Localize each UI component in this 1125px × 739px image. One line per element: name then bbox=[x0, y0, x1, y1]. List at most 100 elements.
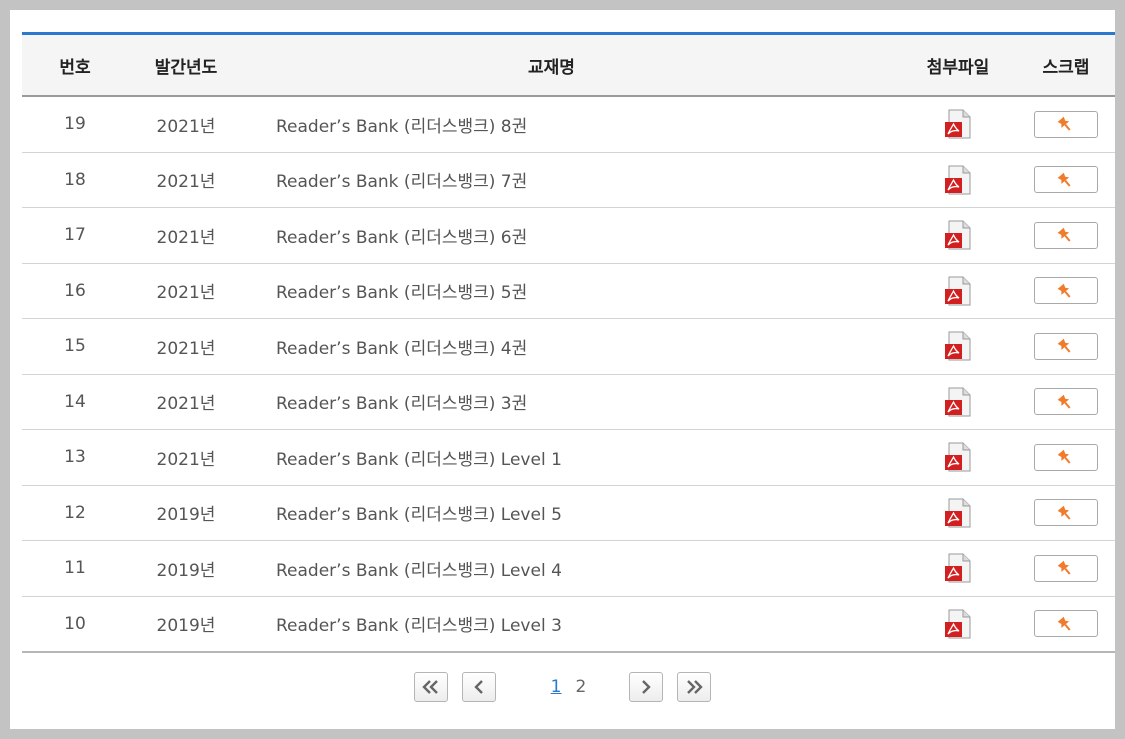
last-page-icon bbox=[687, 680, 704, 694]
row-number: 16 bbox=[64, 280, 86, 301]
prev-page-button[interactable] bbox=[461, 672, 496, 702]
first-page-button[interactable] bbox=[413, 672, 448, 702]
pdf-icon[interactable] bbox=[942, 386, 974, 418]
row-number: 17 bbox=[64, 225, 86, 246]
pin-icon bbox=[1056, 170, 1076, 190]
row-scrap bbox=[1017, 166, 1115, 194]
row-number: 19 bbox=[64, 114, 86, 135]
table-row: 10 2019년 Reader’s Bank (리더스뱅크) Level 3 bbox=[22, 597, 1115, 653]
row-attachment bbox=[899, 164, 1017, 196]
scrap-button[interactable] bbox=[1034, 110, 1098, 138]
row-title-link[interactable]: Reader’s Bank (리더스뱅크) 7권 bbox=[244, 167, 899, 192]
page-frame: 번호 발간년도 교재명 첨부파일 스크랩 19 2021년 Reader’s B… bbox=[10, 10, 1115, 729]
pin-icon bbox=[1056, 614, 1076, 634]
row-attachment bbox=[899, 608, 1017, 640]
row-title-link[interactable]: Reader’s Bank (리더스뱅크) 4권 bbox=[244, 334, 899, 359]
row-attachment bbox=[899, 552, 1017, 584]
table-row: 19 2021년 Reader’s Bank (리더스뱅크) 8권 bbox=[22, 97, 1115, 153]
scrap-button[interactable] bbox=[1034, 443, 1098, 471]
pdf-icon[interactable] bbox=[942, 608, 974, 640]
pin-icon bbox=[1056, 114, 1076, 134]
row-number: 10 bbox=[64, 613, 86, 634]
pdf-icon[interactable] bbox=[942, 164, 974, 196]
table-header: 번호 발간년도 교재명 첨부파일 스크랩 bbox=[22, 35, 1115, 97]
row-scrap bbox=[1017, 610, 1115, 638]
row-scrap bbox=[1017, 443, 1115, 471]
prev-page-icon bbox=[473, 680, 483, 694]
last-page-button[interactable] bbox=[677, 672, 712, 702]
row-number: 14 bbox=[64, 391, 86, 412]
pin-icon bbox=[1056, 336, 1076, 356]
row-title-link[interactable]: Reader’s Bank (리더스뱅크) 6권 bbox=[244, 223, 899, 248]
header-file: 첨부파일 bbox=[926, 57, 990, 78]
pdf-icon[interactable] bbox=[942, 552, 974, 584]
next-page-button[interactable] bbox=[629, 672, 664, 702]
table-row: 12 2019년 Reader’s Bank (리더스뱅크) Level 5 bbox=[22, 486, 1115, 541]
row-title-link[interactable]: Reader’s Bank (리더스뱅크) Level 1 bbox=[244, 445, 899, 470]
pin-icon bbox=[1056, 558, 1076, 578]
row-scrap bbox=[1017, 221, 1115, 249]
row-year: 2021년 bbox=[156, 227, 216, 248]
row-scrap bbox=[1017, 388, 1115, 416]
pin-icon bbox=[1056, 225, 1076, 245]
row-title-link[interactable]: Reader’s Bank (리더스뱅크) Level 3 bbox=[244, 611, 899, 636]
scrap-button[interactable] bbox=[1034, 332, 1098, 360]
pdf-icon[interactable] bbox=[942, 219, 974, 251]
pdf-icon[interactable] bbox=[942, 108, 974, 140]
scrap-button[interactable] bbox=[1034, 388, 1098, 416]
row-title-link[interactable]: Reader’s Bank (리더스뱅크) Level 5 bbox=[244, 500, 899, 525]
scrap-button[interactable] bbox=[1034, 499, 1098, 527]
table-row: 16 2021년 Reader’s Bank (리더스뱅크) 5권 bbox=[22, 264, 1115, 319]
header-year: 발간년도 bbox=[154, 57, 218, 78]
pin-icon bbox=[1056, 281, 1076, 301]
row-attachment bbox=[899, 108, 1017, 140]
row-year: 2021년 bbox=[156, 172, 216, 193]
row-year: 2019년 bbox=[156, 560, 216, 581]
pin-icon bbox=[1056, 447, 1076, 467]
scrap-button[interactable] bbox=[1034, 610, 1098, 638]
page-link-1[interactable]: 1 bbox=[544, 677, 569, 697]
pin-icon bbox=[1056, 503, 1076, 523]
first-page-icon bbox=[421, 680, 438, 694]
table-row: 18 2021년 Reader’s Bank (리더스뱅크) 7권 bbox=[22, 153, 1115, 208]
table-row: 11 2019년 Reader’s Bank (리더스뱅크) Level 4 bbox=[22, 541, 1115, 597]
pdf-icon[interactable] bbox=[942, 441, 974, 473]
textbook-table: 번호 발간년도 교재명 첨부파일 스크랩 19 2021년 Reader’s B… bbox=[22, 32, 1115, 653]
scrap-button[interactable] bbox=[1034, 554, 1098, 582]
pdf-icon[interactable] bbox=[942, 497, 974, 529]
table-row: 14 2021년 Reader’s Bank (리더스뱅크) 3권 bbox=[22, 375, 1115, 430]
row-year: 2021년 bbox=[156, 394, 216, 415]
header-no: 번호 bbox=[59, 57, 91, 78]
page-link-2[interactable]: 2 bbox=[569, 677, 594, 697]
row-scrap bbox=[1017, 499, 1115, 527]
row-attachment bbox=[899, 386, 1017, 418]
pdf-icon[interactable] bbox=[942, 330, 974, 362]
row-title-link[interactable]: Reader’s Bank (리더스뱅크) 3권 bbox=[244, 389, 899, 414]
row-number: 11 bbox=[64, 558, 86, 579]
pagination: 1 2 bbox=[10, 672, 1115, 702]
row-scrap bbox=[1017, 277, 1115, 305]
row-number: 13 bbox=[64, 447, 86, 468]
row-attachment bbox=[899, 497, 1017, 529]
row-year: 2021년 bbox=[156, 338, 216, 359]
scrap-button[interactable] bbox=[1034, 166, 1098, 194]
pdf-icon[interactable] bbox=[942, 275, 974, 307]
row-number: 12 bbox=[64, 502, 86, 523]
row-title-link[interactable]: Reader’s Bank (리더스뱅크) 8권 bbox=[244, 112, 899, 137]
header-scrap: 스크랩 bbox=[1042, 57, 1090, 78]
row-year: 2021년 bbox=[156, 283, 216, 304]
next-page-icon bbox=[642, 680, 652, 694]
row-scrap bbox=[1017, 332, 1115, 360]
table-row: 15 2021년 Reader’s Bank (리더스뱅크) 4권 bbox=[22, 319, 1115, 375]
row-scrap bbox=[1017, 554, 1115, 582]
row-year: 2019년 bbox=[156, 616, 216, 637]
header-title: 교재명 bbox=[528, 57, 575, 78]
row-attachment bbox=[899, 330, 1017, 362]
row-number: 15 bbox=[64, 336, 86, 357]
pin-icon bbox=[1056, 392, 1076, 412]
scrap-button[interactable] bbox=[1034, 277, 1098, 305]
scrap-button[interactable] bbox=[1034, 221, 1098, 249]
row-attachment bbox=[899, 441, 1017, 473]
row-title-link[interactable]: Reader’s Bank (리더스뱅크) 5권 bbox=[244, 278, 899, 303]
row-title-link[interactable]: Reader’s Bank (리더스뱅크) Level 4 bbox=[244, 556, 899, 581]
